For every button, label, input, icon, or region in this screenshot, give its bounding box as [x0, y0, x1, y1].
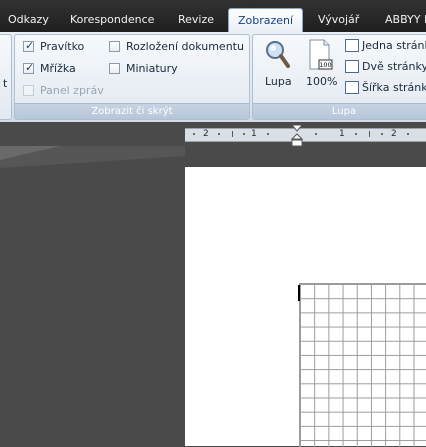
tab-korespondence[interactable]: Korespondence — [70, 9, 154, 31]
tab-abbyy[interactable]: ABBYY F — [385, 9, 426, 31]
thumbnails-checkbox[interactable] — [109, 63, 120, 74]
ruler-dot — [315, 133, 317, 135]
svg-text:100: 100 — [319, 61, 331, 69]
ribbon-group-zoom: Lupa 100 100% Jedna stránk Dvě stránky Š… — [252, 34, 426, 120]
ruler-number: 2 — [391, 129, 397, 139]
gridlines — [299, 283, 426, 447]
two-pages-icon — [345, 60, 359, 73]
one-page-button[interactable]: Jedna stránk — [343, 38, 426, 54]
ruler-dot — [407, 133, 409, 135]
horizontal-ruler[interactable]: 2 1 1 2 — [185, 128, 426, 142]
ribbon-group-show-hide: ✓ Pravítko Rozložení dokumentu ✓ Mřížka … — [14, 34, 250, 120]
ruler-number: 1 — [339, 129, 345, 139]
ruler-dot — [381, 133, 383, 135]
two-pages-button[interactable]: Dvě stránky — [343, 59, 426, 75]
message-bar-label: Panel zpráv — [40, 84, 104, 97]
one-page-icon — [345, 39, 359, 52]
ruler-label: Pravítko — [40, 40, 85, 53]
ribbon: t ✓ Pravítko Rozložení dokumentu ✓ Mřížk… — [0, 32, 426, 122]
page-width-icon — [345, 81, 359, 94]
checkmark-icon: ✓ — [25, 61, 35, 74]
tab-zobrazeni[interactable]: Zobrazení — [228, 8, 303, 33]
page-width-button[interactable]: Šířka stránky — [343, 80, 426, 96]
message-bar-checkbox — [23, 85, 34, 96]
ruler-dot — [267, 133, 269, 135]
ruler-checkbox[interactable]: ✓ — [23, 39, 35, 52]
ruler-number: 2 — [203, 129, 209, 139]
document-map-checkbox[interactable] — [109, 41, 120, 52]
zoom-button[interactable]: Lupa — [255, 37, 299, 93]
tab-vyvojar[interactable]: Vývojář — [318, 9, 359, 31]
tab-revize[interactable]: Revize — [178, 9, 214, 31]
two-pages-label: Dvě stránky — [362, 60, 426, 73]
group-label-zoom: Lupa — [253, 103, 426, 119]
ribbon-group-partial: t — [0, 34, 12, 120]
checkmark-icon: ✓ — [25, 39, 35, 52]
ruler-tick — [369, 131, 370, 137]
ruler-number: 1 — [251, 129, 257, 139]
group-label-show-hide: Zobrazit či skrýt — [15, 103, 249, 119]
ruler-dot — [243, 133, 245, 135]
ruler-dot — [355, 133, 357, 135]
ribbon-tab-bar: Odkazy Korespondence Revize Zobrazení Vý… — [0, 0, 426, 33]
indent-marker-icon[interactable] — [291, 125, 303, 147]
page-100-icon: 100 — [309, 39, 333, 70]
tab-odkazy[interactable]: Odkazy — [8, 9, 49, 31]
partial-label: t — [3, 77, 8, 90]
ruler-dot — [193, 133, 195, 135]
zoom-100-button[interactable]: 100 100% — [299, 37, 341, 93]
gridlines-label: Mřížka — [40, 62, 76, 75]
gridlines-checkbox[interactable]: ✓ — [23, 61, 35, 74]
page-width-label: Šířka stránky — [362, 81, 426, 94]
text-cursor — [298, 285, 300, 301]
ruler-tick — [232, 131, 233, 137]
magnifier-icon — [266, 41, 290, 68]
thumbnails-label: Miniatury — [126, 62, 178, 75]
zoom-button-label: Lupa — [265, 75, 292, 88]
one-page-label: Jedna stránk — [362, 39, 426, 52]
workspace-background — [0, 146, 185, 168]
document-map-label: Rozložení dokumentu — [126, 40, 244, 53]
zoom-100-label: 100% — [306, 75, 338, 88]
ruler-dot — [218, 133, 220, 135]
